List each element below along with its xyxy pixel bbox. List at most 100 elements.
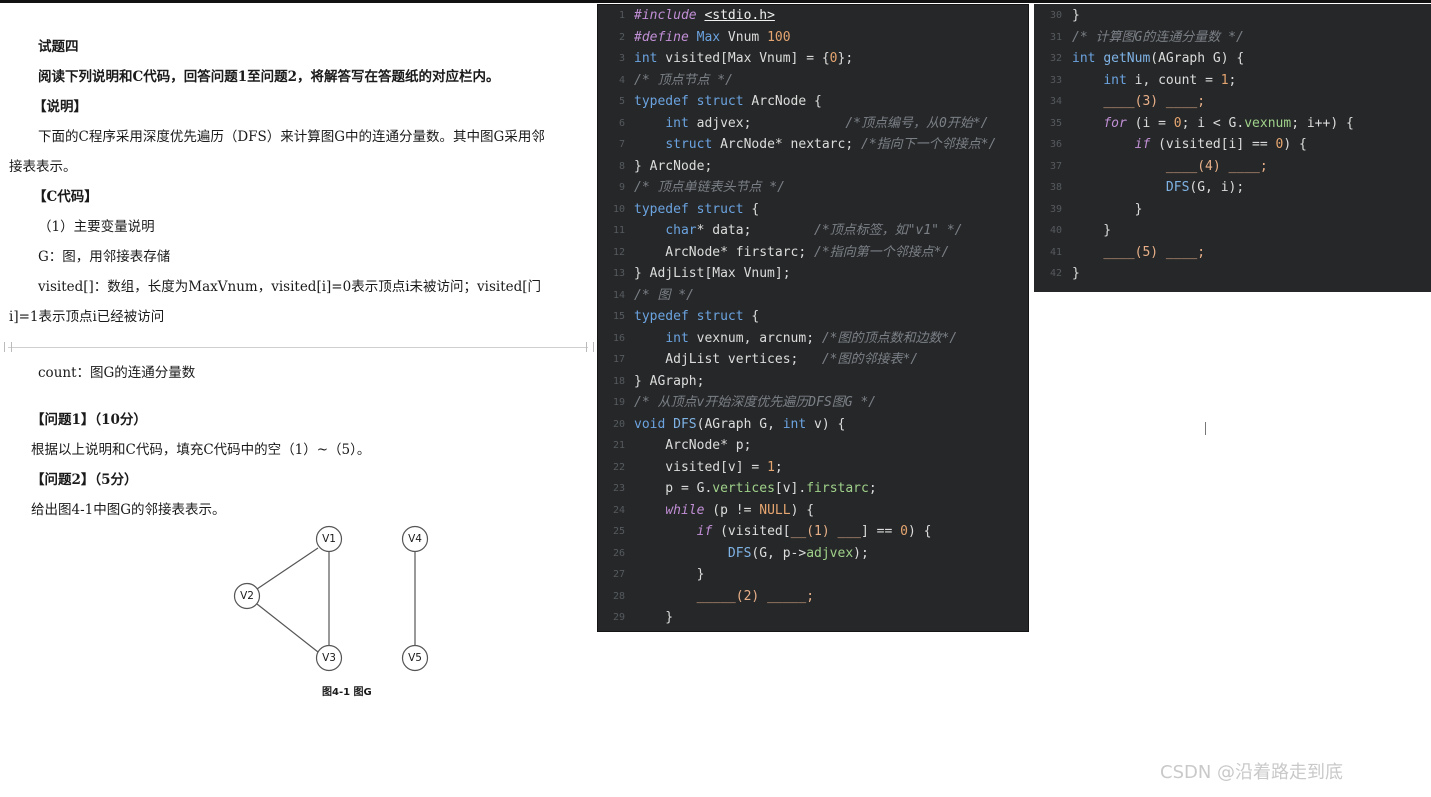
- line-number: 3: [618, 53, 625, 64]
- code-line: ArcNode* firstarc; /*指向第一个邻接点*/: [634, 244, 950, 260]
- doc-instruction: 阅读下列说明和C代码，回答问题1至问题2，将解答写在答题纸的对应栏内。: [38, 69, 500, 85]
- blank-4: ____(4) ____;: [1165, 158, 1268, 174]
- doc-var-visited-cont: i]=1表示顶点i已经被访问: [9, 309, 165, 325]
- line-number: 9: [618, 182, 625, 193]
- code-line: DFS(G, i);: [1165, 180, 1245, 195]
- code-line: }: [1072, 201, 1143, 217]
- line-number: 19: [612, 397, 625, 408]
- graph-figure: V1 V2 V3 V4 V5: [220, 515, 460, 705]
- line-number: 4: [618, 74, 625, 86]
- line-number: 41: [1049, 246, 1062, 258]
- line-number: 37: [1049, 160, 1062, 172]
- line-number: 30: [1049, 10, 1062, 21]
- doc-var-visited: visited[]：数组，长度为MaxVnum，visited[i]=0表示顶点…: [38, 279, 542, 295]
- code-line: visited[v] = 1;: [634, 459, 783, 475]
- csdn-watermark: CSDN @沿着路走到底: [1160, 762, 1344, 783]
- code-line: } AdjList[Max Vnum];: [634, 266, 791, 281]
- doc-paragraph-cont: 接表表示。: [9, 159, 77, 175]
- exam-document: 试题四 阅读下列说明和C代码，回答问题1至问题2，将解答写在答题纸的对应栏内。 …: [0, 0, 596, 797]
- code-line: ____(4) ____;: [1072, 156, 1268, 178]
- line-number: 31: [1049, 31, 1062, 43]
- code-line: int vexnum, arcnum; /*图的顶点数和边数*/: [665, 330, 958, 346]
- blank-3: ____(3) ____;: [1103, 94, 1206, 109]
- code-line: }: [1072, 223, 1112, 238]
- code-line: _____(2) _____;: [634, 586, 814, 608]
- code-line: }: [1072, 266, 1080, 281]
- code-line: ____(5) ____;: [1072, 242, 1205, 264]
- code-line: #include <stdio.h>: [634, 8, 775, 23]
- code-line: #define Max Vnum 100: [634, 29, 791, 45]
- line-number: 38: [1049, 182, 1062, 193]
- graph-node-v3: V3: [322, 652, 336, 664]
- doc-question2-text: 给出图4-1中图G的邻接表表示。: [31, 502, 226, 518]
- line-number: 35: [1049, 117, 1062, 129]
- page-break-line: [8, 347, 588, 348]
- figure-caption: 图4-1 图G: [322, 687, 372, 698]
- doc-title: 试题四: [38, 39, 79, 55]
- code-line: AdjList vertices; /*图的邻接表*/: [634, 352, 919, 367]
- line-number: 23: [612, 483, 625, 494]
- line-number: 18: [612, 375, 625, 387]
- doc-var-g: G：图，用邻接表存储: [38, 249, 171, 265]
- code-line: int adjvex; /*顶点编号，从0开始*/: [665, 115, 989, 131]
- code-comment: /* 计算图G的连通分量数 */: [1072, 29, 1244, 45]
- graph-node-v2: V2: [240, 590, 254, 602]
- doc-heading-code: 【C代码】: [33, 189, 98, 205]
- code-comment: /* 图 */: [634, 287, 694, 303]
- line-number: 21: [612, 440, 625, 451]
- page-break-marker: [4, 342, 12, 352]
- line-number: 2: [618, 31, 625, 43]
- blank-5: ____(5) ____;: [1103, 244, 1206, 260]
- line-number: 8: [618, 160, 625, 172]
- line-number: 20: [612, 418, 625, 430]
- doc-paragraph: 下面的C程序采用深度优先遍历（DFS）来计算图G中的连通分量数。其中图G采用邻: [38, 129, 545, 145]
- code-comment: /* 从顶点v开始深度优先遍历DFS图G */: [634, 395, 877, 410]
- code-line: for (i = 0; i < G.vexnum; i++) {: [1103, 115, 1354, 131]
- line-number: 25: [612, 526, 625, 537]
- line-number: 12: [612, 246, 625, 258]
- code-panel-main: 1 #include <stdio.h> 2 #define Max Vnum 10…: [597, 4, 1029, 632]
- code-line: if (visited[__(1) ___] == 0) {: [696, 524, 932, 539]
- line-number: 27: [612, 569, 625, 580]
- code-line: int getNum(AGraph G) {: [1072, 51, 1245, 66]
- line-number: 28: [612, 590, 625, 602]
- code-line: if (visited[i] == 0) {: [1134, 137, 1307, 152]
- doc-question2-heading: 【问题2】（5分）: [31, 472, 138, 488]
- line-number: 29: [612, 612, 625, 623]
- line-number: 40: [1049, 225, 1062, 236]
- code-panel-side: 30} 31 /* 计算图G的连通分量数 */ 32 int getNum(AGra…: [1034, 4, 1431, 292]
- code-line: typedef struct {: [634, 201, 760, 217]
- line-number: 39: [1049, 203, 1062, 215]
- line-number: 14: [612, 289, 625, 301]
- line-number: 34: [1049, 96, 1062, 107]
- code-comment: /* 顶点节点 */: [634, 72, 733, 88]
- code-line: DFS(G, p->adjvex);: [727, 545, 869, 561]
- code-line: p = G.vertices[v].firstarc;: [634, 481, 877, 496]
- code-line: } ArcNode;: [634, 158, 713, 174]
- line-number: 42: [1049, 268, 1062, 279]
- line-number: 17: [612, 354, 625, 365]
- doc-question1-text: 根据以上说明和C代码，填充C代码中的空（1）~（5）。: [31, 442, 371, 458]
- code-line: }: [634, 610, 674, 625]
- code-line: } AGraph;: [634, 373, 705, 389]
- code-line: }: [1072, 8, 1080, 23]
- graph-node-v5: V5: [408, 652, 422, 664]
- line-number: 15: [612, 311, 625, 322]
- line-number: 22: [612, 461, 625, 473]
- code-line: }: [634, 567, 705, 582]
- line-number: 5: [618, 96, 625, 107]
- code-line: struct ArcNode* nextarc; /*指向下一个邻接点*/: [665, 137, 997, 152]
- code-line: while (p != NULL) {: [665, 502, 815, 518]
- doc-subheading: （1）主要变量说明: [38, 219, 155, 235]
- line-number: 33: [1049, 74, 1062, 86]
- line-number: 24: [612, 504, 625, 516]
- code-line: ____(3) ____;: [1072, 91, 1205, 113]
- line-number: 36: [1049, 139, 1062, 150]
- line-number: 11: [612, 225, 625, 236]
- line-number: 32: [1049, 53, 1062, 64]
- code-line: void DFS(AGraph G, int v) {: [634, 416, 846, 432]
- line-number: 26: [612, 547, 625, 559]
- line-number: 13: [612, 268, 625, 279]
- page-break-marker: [586, 342, 594, 352]
- code-line: ArcNode* p;: [634, 438, 752, 453]
